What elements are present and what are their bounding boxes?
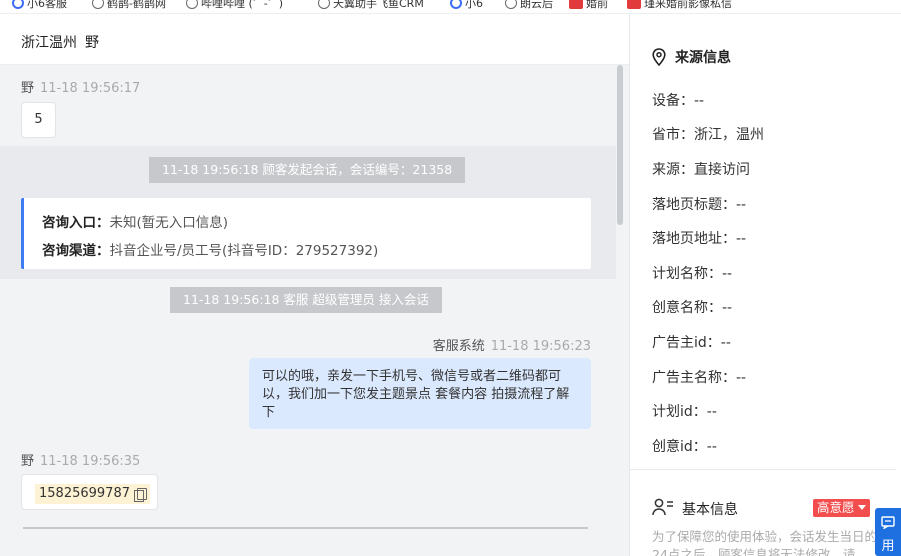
message-meta: 野 11-18 19:56:17 <box>21 77 140 96</box>
channel-label: 咨询渠道： <box>42 243 110 259</box>
message-meta: 客服系统 11-18 19:56:23 <box>433 335 591 354</box>
message-time: 11-18 19:56:35 <box>40 454 141 469</box>
divider <box>630 469 896 470</box>
globe-icon <box>186 0 198 9</box>
bookmark-item[interactable]: 小6 <box>450 0 483 11</box>
message-meta: 野 11-18 19:56:35 <box>21 450 140 469</box>
bookmark-icon <box>12 0 24 9</box>
caret-down-icon <box>857 505 866 510</box>
sender-name: 野 <box>21 81 35 96</box>
source-info-title: 来源信息 <box>652 47 731 67</box>
consult-info-card: 咨询入口：未知(暂无入口信息) 咨询渠道：抖音企业号/员工号(抖音号ID：279… <box>21 198 591 269</box>
chat-scrollbar[interactable] <box>616 65 625 556</box>
channel-value: 抖音企业号/员工号(抖音号ID：279527392) <box>109 243 379 259</box>
field-province-city: 省市：浙江，温州 <box>652 127 764 143</box>
chat-title: 浙江温州野 <box>21 32 99 52</box>
globe-icon <box>92 0 104 9</box>
field-advertiser-id: 广告主id：-- <box>652 335 731 351</box>
message-text: 5 <box>34 112 43 127</box>
bookmark-icon <box>450 0 462 9</box>
message-time: 11-18 19:56:17 <box>40 81 141 96</box>
system-notice: 11-18 19:56:18 客服 超级管理员 接入会话 <box>170 287 442 313</box>
sender-name: 野 <box>21 454 35 469</box>
field-plan-id: 计划id：-- <box>652 404 717 420</box>
customer-message: 15825699787 <box>21 474 158 510</box>
notice-text: 为了保障您的使用体验，会话发生当日的24点之后，顾客信息将无法修改，请 <box>652 529 878 556</box>
message-text: 可以的哦，亲发一下手机号、微信号或者二维码都可以，我们加一下您发主题景点 套餐内… <box>262 369 570 420</box>
field-source: 来源：直接访问 <box>652 162 750 178</box>
bookmark-icon <box>627 0 641 9</box>
consult-entry-row: 咨询入口：未知(暂无入口信息) <box>42 211 228 231</box>
globe-icon <box>318 0 330 9</box>
location-pin-icon <box>652 48 666 67</box>
bookmark-item[interactable]: 鹤鹊-鹤鹊网 <box>92 0 166 11</box>
section-label: 基本信息 <box>682 502 738 518</box>
field-creative-id: 创意id：-- <box>652 439 717 455</box>
sender-name: 客服系统 <box>432 339 485 354</box>
customer-location: 浙江温州 <box>21 35 77 51</box>
phone-number-chip[interactable]: 15825699787 <box>35 484 150 504</box>
field-device: 设备：-- <box>652 93 705 109</box>
basic-info-title: 基本信息 <box>652 498 738 520</box>
floating-help-button[interactable]: 用 <box>875 508 901 556</box>
field-advertiser-name: 广告主名称：-- <box>652 370 747 386</box>
message-time: 11-18 19:56:23 <box>490 339 591 354</box>
section-label: 来源信息 <box>675 50 731 66</box>
entry-value: 未知(暂无入口信息) <box>109 215 229 231</box>
customer-name: 野 <box>85 35 99 51</box>
globe-icon <box>505 0 517 9</box>
consult-channel-row: 咨询渠道：抖音企业号/员工号(抖音号ID：279527392) <box>42 239 378 259</box>
bookmark-item[interactable]: 小6客服 <box>12 0 67 11</box>
floating-button-label: 用 <box>881 539 895 554</box>
customer-message: 5 <box>21 102 56 138</box>
bookmark-item[interactable]: 朗云后 <box>505 0 553 11</box>
copy-icon[interactable] <box>133 487 147 502</box>
chat-icon <box>881 516 895 533</box>
field-landing-url: 落地页地址：-- <box>652 231 747 247</box>
scrollbar-thumb[interactable] <box>617 65 623 225</box>
user-list-icon <box>652 498 674 520</box>
field-creative-name: 创意名称：-- <box>652 300 733 316</box>
chat-header: 浙江温州野 <box>0 14 629 65</box>
bookmark-icon <box>569 0 583 9</box>
field-landing-title: 落地页标题：-- <box>652 197 747 213</box>
chat-messages[interactable]: 野 11-18 19:56:17 5 11-18 19:56:18 顾客发起会话，… <box>0 65 629 556</box>
phone-number: 15825699787 <box>39 486 130 501</box>
agent-message: 可以的哦，亲发一下手机号、微信号或者二维码都可以，我们加一下您发主题景点 套餐内… <box>249 358 591 429</box>
bookmark-item[interactable]: 天翼助手飞鱼CRM <box>318 0 424 11</box>
bookmark-item[interactable]: 哔哩哔哩 (゜-゜) <box>186 0 283 11</box>
divider <box>23 527 588 529</box>
bookmarks-bar: 小6客服 鹤鹊-鹤鹊网 哔哩哔哩 (゜-゜) 天翼助手飞鱼CRM 小6 朗云后 … <box>0 0 901 14</box>
field-plan-name: 计划名称：-- <box>652 266 733 282</box>
entry-label: 咨询入口： <box>42 215 110 231</box>
system-notice: 11-18 19:56:18 顾客发起会话，会话编号：21358 <box>149 157 466 183</box>
bookmark-item[interactable]: 婚前 <box>569 0 608 11</box>
intent-level-badge[interactable]: 高意愿 <box>813 499 870 517</box>
customer-info-panel: 来源信息 设备：-- 省市：浙江，温州 来源：直接访问 落地页标题：-- 落地页… <box>629 14 901 556</box>
bookmark-item[interactable]: 瑾来婚前影像私信 <box>627 0 732 11</box>
